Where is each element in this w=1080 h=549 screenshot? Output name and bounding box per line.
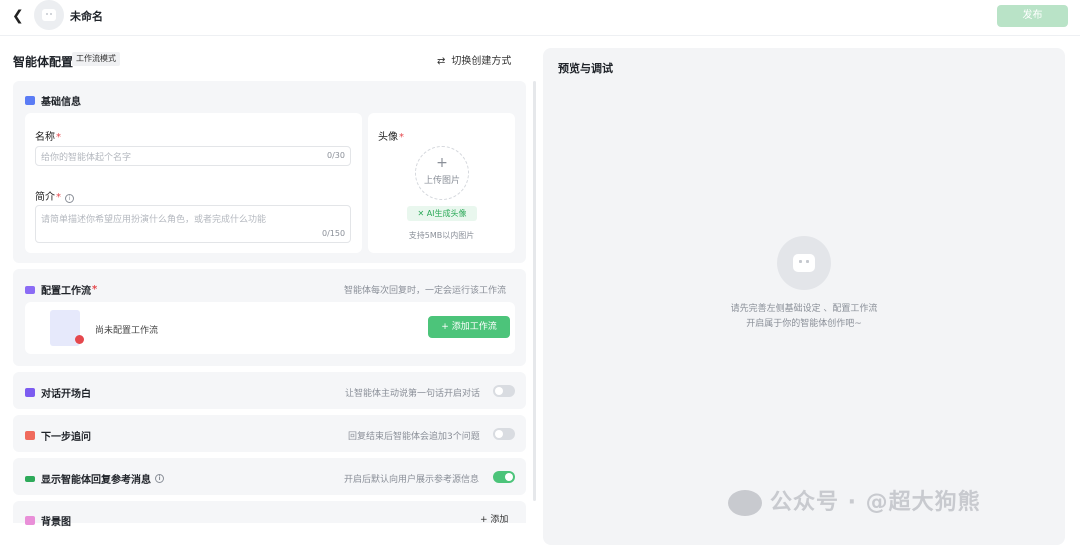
list-icon — [25, 475, 35, 482]
intro-count: 0/150 — [322, 229, 346, 238]
intro-placeholder: 请简单描述你希望应用扮演什么角色，或者完成什么功能 — [41, 215, 267, 225]
show-ref-toggle[interactable] — [493, 471, 515, 483]
next-step-header: 下一步追问 — [25, 428, 91, 443]
preview-hint-1: 请先完善左侧基础设定 、配置工作流 — [730, 304, 878, 314]
show-ref-section: 显示智能体回复参考消息 i 开启后默认向用户展示参考源信息 — [13, 458, 526, 495]
watermark-text: 公众号 · @超大狗熊 — [770, 490, 981, 515]
show-ref-title: 显示智能体回复参考消息 — [41, 475, 151, 486]
workflow-section: 配置工作流 * 智能体每次回复时，一定会运行该工作流 尚未配置工作流 + 添加工作… — [13, 269, 526, 366]
support-text: 支持5MB以内图片 — [408, 231, 475, 240]
avatar-card: 头像* + 上传图片 ✕ AI生成头像 支持5MB以内图片 — [368, 113, 515, 253]
workflow-desc: 智能体每次回复时，一定会运行该工作流 — [344, 286, 507, 296]
workflow-empty-illustration — [50, 310, 84, 346]
background-section: 背景图 + 添加 — [13, 501, 526, 528]
ai-avatar-button[interactable]: ✕ AI生成头像 — [407, 206, 477, 221]
upload-avatar-button[interactable]: + 上传图片 — [415, 146, 469, 200]
opening-toggle[interactable] — [493, 385, 515, 397]
add-background-label: 添加 — [490, 515, 509, 525]
alert-icon — [75, 335, 84, 344]
switch-mode-button[interactable]: ⇄ 切换创建方式 — [437, 52, 511, 67]
workflow-title: 配置工作流 — [41, 286, 91, 297]
basic-info-header: 基础信息 — [25, 93, 81, 108]
upload-label: 上传图片 — [423, 176, 460, 186]
name-input[interactable]: 给你的智能体起个名字 — [35, 146, 351, 166]
config-title: 智能体配置 — [13, 55, 74, 69]
basic-info-section: 基础信息 名称* 给你的智能体起个名字 0/30 简介* i 请简单描述你希望应用… — [13, 81, 526, 263]
name-placeholder: 给你的智能体起个名字 — [41, 152, 132, 163]
workflow-icon — [25, 285, 35, 294]
preview-pane: 预览与调试 请先完善左侧基础设定 、配置工作流 开启属于你的智能体创作吧~ — [543, 48, 1065, 545]
plus-icon: + — [436, 155, 448, 171]
preview-title: 预览与调试 — [558, 62, 613, 75]
avatar-label-wrap: 头像* — [378, 132, 404, 143]
basic-info-title: 基础信息 — [41, 97, 81, 108]
chevron-left-icon[interactable]: ❮ — [12, 8, 28, 24]
profile-card-icon — [25, 96, 35, 105]
workflow-header: 配置工作流 * — [25, 282, 97, 297]
watermark: 公众号 · @超大狗熊 — [728, 484, 981, 516]
avatar-label: 头像 — [378, 132, 398, 143]
app-name[interactable]: 未命名 — [70, 8, 103, 24]
opening-section: 对话开场白 让智能体主动说第一句话开启对话 — [13, 372, 526, 409]
add-workflow-button[interactable]: + 添加工作流 — [428, 316, 510, 338]
preview-avatar — [777, 236, 831, 290]
workflow-empty-text: 尚未配置工作流 — [95, 326, 159, 336]
config-pane: 智能体配置 工作流模式 ⇄ 切换创建方式 基础信息 名称* 给你的智能体起个名字 … — [0, 37, 540, 549]
workflow-card: 尚未配置工作流 + 添加工作流 — [25, 302, 515, 354]
switch-mode-label: 切换创建方式 — [451, 56, 512, 67]
wechat-icon — [728, 490, 762, 516]
intro-label: 简介 — [35, 192, 55, 203]
add-workflow-label: 添加工作流 — [451, 322, 497, 332]
opening-header: 对话开场白 — [25, 385, 91, 400]
preview-hint-2: 开启属于你的智能体创作吧~ — [746, 319, 862, 329]
ai-avatar-label: AI生成头像 — [426, 209, 467, 218]
opening-desc: 让智能体主动说第一句话开启对话 — [345, 389, 481, 399]
mode-tag: 工作流模式 — [72, 52, 120, 66]
show-ref-header: 显示智能体回复参考消息 i — [25, 471, 164, 486]
add-background-button[interactable]: + 添加 — [480, 512, 508, 525]
avatar — [34, 0, 64, 30]
plus-icon: + — [441, 322, 452, 332]
sparkle-icon: ✕ — [417, 209, 427, 218]
publish-button[interactable]: 发布 — [997, 5, 1068, 27]
robot-icon — [42, 9, 56, 21]
top-bar: ❮ 未命名 发布 — [0, 0, 1080, 36]
name-count: 0/30 — [327, 151, 345, 160]
scrollbar[interactable] — [533, 81, 536, 501]
info-icon[interactable]: i — [155, 474, 164, 483]
name-intro-card: 名称* 给你的智能体起个名字 0/30 简介* i 请简单描述你希望应用扮演什么角… — [25, 113, 362, 253]
robot-icon — [793, 254, 815, 272]
next-step-desc: 回复结束后智能体会追加3个问题 — [348, 432, 480, 442]
info-icon[interactable]: i — [65, 194, 74, 203]
name-label: 名称 — [35, 132, 55, 143]
plus-icon: + — [480, 515, 491, 525]
background-title: 背景图 — [41, 517, 71, 528]
intro-label-wrap: 简介* i — [35, 188, 74, 203]
next-step-toggle[interactable] — [493, 428, 515, 440]
next-step-section: 下一步追问 回复结束后智能体会追加3个问题 — [13, 415, 526, 452]
chat-bubble-icon — [25, 388, 35, 397]
image-icon — [25, 516, 35, 525]
show-ref-desc: 开启后默认向用户展示参考源信息 — [344, 475, 480, 485]
background-header: 背景图 — [25, 513, 71, 528]
swap-icon: ⇄ — [437, 56, 446, 67]
next-step-title: 下一步追问 — [41, 432, 91, 443]
question-bubble-icon — [25, 431, 35, 440]
intro-textarea[interactable]: 请简单描述你希望应用扮演什么角色，或者完成什么功能 — [35, 205, 351, 243]
opening-title: 对话开场白 — [41, 389, 91, 400]
name-label-wrap: 名称* — [35, 132, 61, 143]
